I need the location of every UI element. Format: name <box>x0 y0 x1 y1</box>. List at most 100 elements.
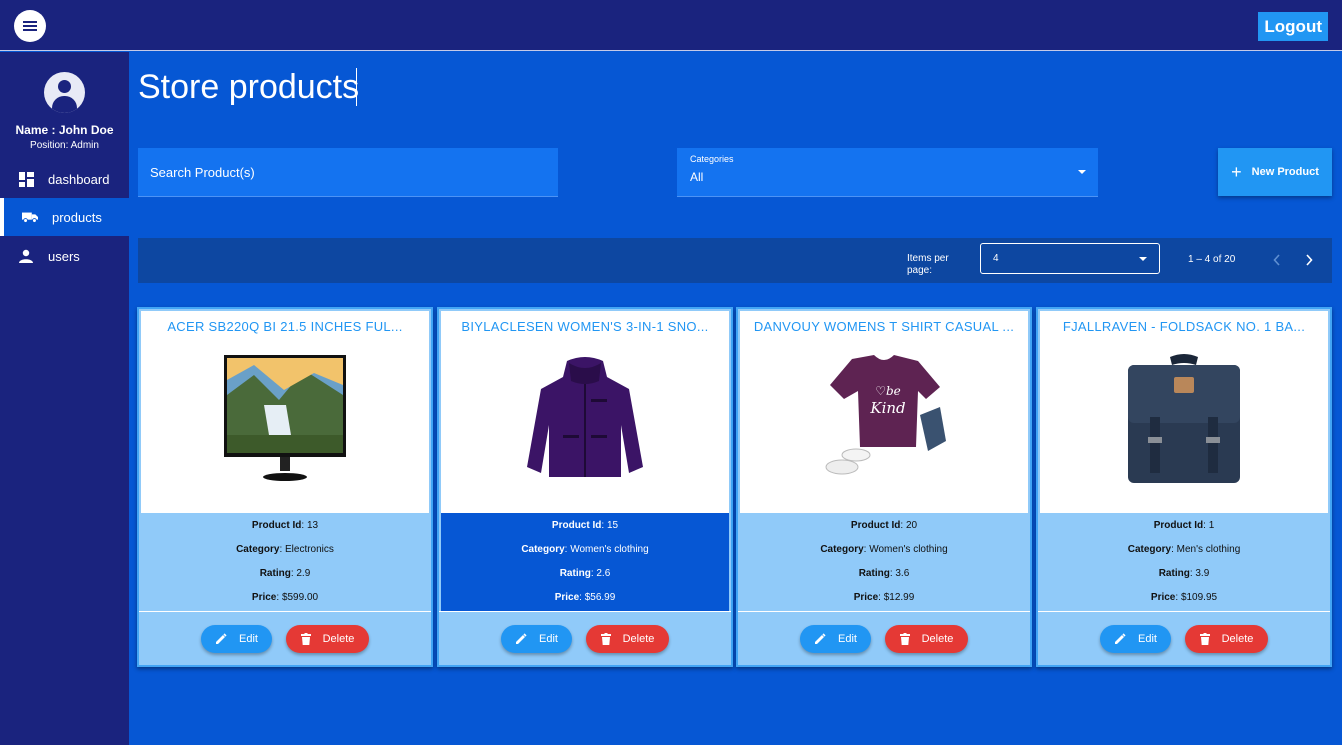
text-caret <box>356 68 357 106</box>
value-price: $56.99 <box>584 592 616 603</box>
sidebar-item-products[interactable]: products <box>0 198 129 236</box>
value-rating: 2.9 <box>296 568 311 579</box>
product-title: ACER SB220Q BI 21.5 INCHES FUL... <box>167 319 403 334</box>
person-icon <box>18 248 34 264</box>
edit-button[interactable]: Edit <box>800 625 871 653</box>
value-price: $109.95 <box>1180 592 1218 603</box>
label-id: Product Id <box>1153 520 1204 531</box>
sidebar-item-dashboard[interactable]: dashboard <box>0 160 129 198</box>
sidebar: Name : John Doe Position: Admin dashboar… <box>0 52 129 745</box>
plus-icon: + <box>1231 162 1242 182</box>
value-id: 1 <box>1208 520 1215 531</box>
edit-button[interactable]: Edit <box>501 625 572 653</box>
label-rating: Rating <box>858 568 890 579</box>
sidebar-item-users[interactable]: users <box>0 237 129 275</box>
previous-page-icon[interactable] <box>1265 248 1289 272</box>
dashboard-icon <box>18 171 34 187</box>
product-rating-row: Rating: 3.9 <box>1158 568 1210 579</box>
value-rating: 2.6 <box>596 568 611 579</box>
search-input[interactable] <box>138 148 558 197</box>
product-title: BIYLACLESEN WOMEN'S 3-IN-1 SNO... <box>461 319 709 334</box>
product-id-row: Product Id: 20 <box>850 520 918 531</box>
product-price-row: Price: $599.00 <box>251 592 319 603</box>
chevron-down-icon <box>1139 257 1147 261</box>
pencil-icon <box>814 633 826 645</box>
card-divider <box>139 611 431 612</box>
next-page-icon[interactable] <box>1297 248 1321 272</box>
product-category-row: Category: Women's clothing <box>820 544 948 555</box>
delete-button[interactable]: Delete <box>1185 625 1268 653</box>
edit-button[interactable]: Edit <box>201 625 272 653</box>
label-rating: Rating <box>559 568 591 579</box>
product-rating-row: Rating: 2.6 <box>559 568 611 579</box>
trash-icon <box>899 633 910 645</box>
trash-icon <box>1199 633 1210 645</box>
label-price: Price <box>554 592 580 603</box>
label-rating: Rating <box>259 568 291 579</box>
delete-button[interactable]: Delete <box>885 625 968 653</box>
hamburger-menu-icon[interactable] <box>14 10 46 42</box>
label-rating: Rating <box>1158 568 1190 579</box>
edit-button[interactable]: Edit <box>1100 625 1171 653</box>
card-divider <box>439 611 731 612</box>
value-rating: 3.6 <box>895 568 910 579</box>
value-id: 20 <box>905 520 918 531</box>
label-cat: Category <box>1127 544 1172 555</box>
product-category-row: Category: Electronics <box>236 544 334 555</box>
product-info: Product Id: 13 Category: Electronics Rat… <box>141 513 429 611</box>
value-cat: Electronics <box>285 544 334 555</box>
product-card: BIYLACLESEN WOMEN'S 3-IN-1 SNO... Produc… <box>437 307 733 667</box>
items-per-page-label: Items per page: <box>907 253 949 276</box>
tshirt-image: ♡be Kind <box>809 349 959 489</box>
backpack-image <box>1109 349 1259 489</box>
monitor-image <box>210 349 360 489</box>
product-card: DANVOUY WOMENS T SHIRT CASUAL ... ♡be Kin… <box>736 307 1032 667</box>
label-price: Price <box>853 592 879 603</box>
truck-icon <box>22 209 38 225</box>
user-position: Position: Admin <box>30 140 99 151</box>
delete-label: Delete <box>1221 633 1254 645</box>
product-id-row: Product Id: 13 <box>251 520 319 531</box>
value-price: $12.99 <box>883 592 915 603</box>
categories-select[interactable]: Categories All <box>677 148 1098 197</box>
pencil-icon <box>1114 633 1126 645</box>
avatar <box>44 72 85 113</box>
value-id: 13 <box>306 520 319 531</box>
product-rating-row: Rating: 3.6 <box>858 568 910 579</box>
trash-icon <box>600 633 611 645</box>
delete-button[interactable]: Delete <box>286 625 369 653</box>
user-name: Name : John Doe <box>15 123 114 137</box>
top-bar: Logout <box>0 0 1342 51</box>
sidebar-item-label: products <box>52 209 102 225</box>
label-cat: Category <box>521 544 565 555</box>
card-divider <box>1038 611 1330 612</box>
delete-button[interactable]: Delete <box>586 625 669 653</box>
label-cat: Category <box>820 544 864 555</box>
chevron-down-icon <box>1078 170 1086 174</box>
product-title: DANVOUY WOMENS T SHIRT CASUAL ... <box>753 319 1015 334</box>
svg-text:Kind: Kind <box>869 399 905 417</box>
edit-label: Edit <box>539 633 558 645</box>
items-per-page-select[interactable]: 4 <box>980 243 1160 274</box>
categories-value: All <box>690 170 704 184</box>
range-label: 1 – 4 of 20 <box>1188 254 1236 265</box>
value-cat: Women's clothing <box>869 544 948 555</box>
delete-label: Delete <box>921 633 954 645</box>
delete-label: Delete <box>322 633 355 645</box>
logout-button[interactable]: Logout <box>1258 12 1328 41</box>
new-product-button[interactable]: + New Product <box>1218 148 1332 196</box>
pencil-icon <box>215 633 227 645</box>
sidebar-item-label: users <box>48 248 80 264</box>
svg-text:♡be: ♡be <box>875 384 901 398</box>
paginator: Items per page: 4 1 – 4 of 20 <box>138 238 1332 283</box>
product-info: Product Id: 20 Category: Women's clothin… <box>740 513 1028 611</box>
label-id: Product Id <box>251 520 302 531</box>
product-card: ACER SB220Q BI 21.5 INCHES FUL... Produc… <box>137 307 433 667</box>
edit-label: Edit <box>239 633 258 645</box>
label-cat: Category <box>236 544 280 555</box>
page-title: Store products <box>138 68 360 106</box>
jacket-image <box>510 349 660 489</box>
edit-label: Edit <box>838 633 857 645</box>
label-price: Price <box>251 592 277 603</box>
edit-label: Edit <box>1138 633 1157 645</box>
